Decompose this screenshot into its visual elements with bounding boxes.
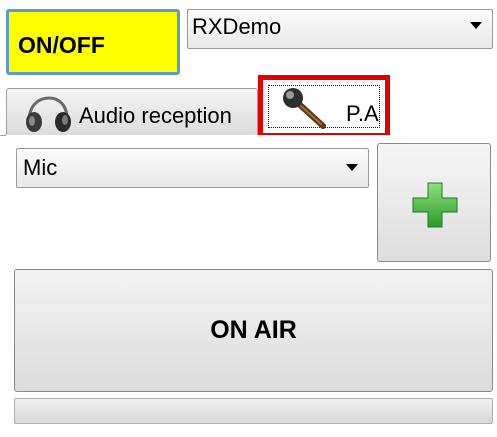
headphones-icon xyxy=(26,96,71,132)
chevron-down-icon xyxy=(470,22,482,29)
device-select[interactable]: RXDemo xyxy=(187,9,493,49)
tab-pa[interactable]: P.A xyxy=(258,75,390,138)
tab-pa-label: P.A xyxy=(346,101,379,126)
add-button[interactable] xyxy=(377,143,491,262)
audio-level-bar xyxy=(14,398,493,424)
device-select-value: RXDemo xyxy=(192,14,282,39)
on-off-button[interactable]: ON/OFF xyxy=(6,9,180,75)
tab-audio-reception-label: Audio reception xyxy=(79,103,232,128)
on-air-button[interactable]: ON AIR xyxy=(14,269,493,392)
chevron-down-icon xyxy=(346,164,358,171)
audio-source-select[interactable]: Mic xyxy=(16,148,369,188)
tab-audio-reception[interactable]: Audio reception xyxy=(6,88,258,136)
plus-icon xyxy=(412,182,458,228)
microphone-icon xyxy=(283,88,326,129)
audio-source-value: Mic xyxy=(23,155,58,180)
